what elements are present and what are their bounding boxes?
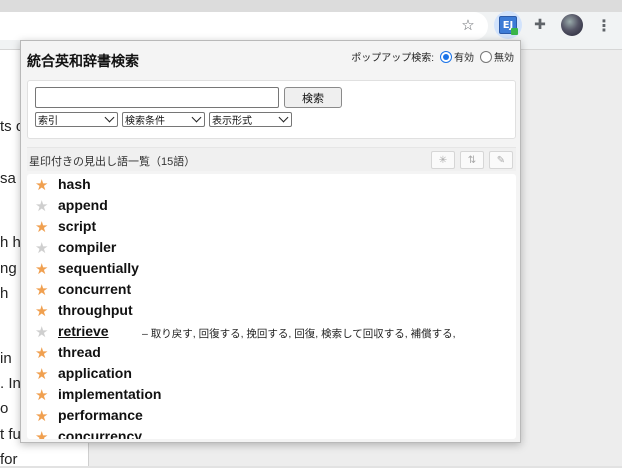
word-list-item[interactable]: ★ application — [27, 363, 516, 384]
word-list-item[interactable]: ★ implementation — [27, 384, 516, 405]
star-icon[interactable]: ★ — [35, 260, 48, 278]
star-icon[interactable]: ★ — [35, 281, 48, 299]
chevron-down-icon — [278, 112, 289, 123]
page-text-fragment: . In — [0, 375, 21, 392]
star-icon[interactable]: ★ — [35, 344, 48, 362]
index-select[interactable]: 索引 — [35, 112, 118, 127]
page-text-fragment: ng — [0, 260, 17, 277]
radio-disabled-label[interactable]: 無効 — [494, 49, 514, 64]
profile-avatar[interactable] — [561, 14, 583, 36]
word-label[interactable]: concurrency — [58, 428, 142, 439]
word-label[interactable]: concurrent — [58, 281, 131, 297]
page-text-fragment: in — [0, 350, 12, 367]
star-icon[interactable]: ★ — [35, 386, 48, 404]
word-label[interactable]: retrieve — [58, 323, 109, 339]
word-label[interactable]: compiler — [58, 239, 116, 255]
word-label[interactable]: implementation — [58, 386, 161, 402]
page-text-fragment: t fu — [0, 426, 21, 443]
dictionary-extension-button[interactable]: EJ — [494, 11, 522, 39]
star-icon[interactable]: ★ — [35, 407, 48, 425]
word-list-item[interactable]: ★ retrieve – 取り戻す, 回復する, 挽回する, 回復, 検索して回収す… — [27, 321, 516, 342]
word-label[interactable]: application — [58, 365, 132, 381]
browser-menu-icon[interactable]: ⋮ — [592, 13, 616, 37]
word-list-item[interactable]: ★ thread — [27, 342, 516, 363]
page-text-fragment: for — [0, 451, 18, 468]
star-icon[interactable]: ★ — [35, 218, 48, 236]
page-text-fragment: o — [0, 400, 9, 417]
page-text-fragment: h h — [0, 234, 21, 251]
dictionary-popup: 統合英和辞書検索 ポップアップ検索: 有効 無効 検索 索引 検索条件 表示形式… — [20, 40, 521, 443]
page-text-fragment: sa — [0, 170, 16, 187]
word-list-item[interactable]: ★ concurrency — [27, 426, 516, 439]
word-list-item[interactable]: ★ compiler — [27, 237, 516, 258]
word-list-item[interactable]: ★ concurrent — [27, 279, 516, 300]
chevron-down-icon — [104, 112, 115, 123]
display-format-select[interactable]: 表示形式 — [209, 112, 292, 127]
popup-search-label: ポップアップ検索: — [351, 53, 434, 64]
radio-enabled[interactable] — [440, 50, 452, 63]
word-list-item[interactable]: ★ throughput — [27, 300, 516, 321]
address-bar[interactable] — [0, 12, 488, 40]
index-select-value: 索引 — [38, 116, 58, 127]
popup-title: 統合英和辞書検索 — [27, 53, 139, 69]
word-list-item[interactable]: ★ sequentially — [27, 258, 516, 279]
word-label[interactable]: sequentially — [58, 260, 139, 276]
radio-enabled-label[interactable]: 有効 — [454, 49, 474, 64]
star-icon[interactable]: ★ — [35, 197, 48, 215]
star-icon[interactable]: ★ — [35, 176, 48, 194]
page-text-fragment: h — [0, 285, 9, 302]
dictionary-extension-icon: EJ — [499, 16, 518, 35]
star-icon[interactable]: ★ — [35, 323, 48, 341]
edit-icon[interactable]: ✎ — [489, 151, 513, 169]
search-button[interactable]: 検索 — [284, 87, 342, 108]
word-definition: – 取り戻す, 回復する, 挽回する, 回復, 検索して回収する, 補償する, — [142, 328, 456, 340]
word-list-item[interactable]: ★ hash — [27, 174, 516, 195]
starred-list-title: 星印付きの見出し語一覧（15語） — [29, 156, 196, 168]
word-label[interactable]: append — [58, 197, 108, 213]
star-icon[interactable]: ★ — [35, 239, 48, 257]
word-list-item[interactable]: ★ performance — [27, 405, 516, 426]
tab-strip — [0, 0, 622, 12]
starred-list-header: 星印付きの見出し語一覧（15語） ✳ ⇅ ✎ — [27, 147, 516, 171]
word-list-item[interactable]: ★ append — [27, 195, 516, 216]
condition-select-value: 検索条件 — [125, 116, 165, 127]
sort-icon[interactable]: ⇅ — [460, 151, 484, 169]
star-icon[interactable]: ★ — [35, 428, 48, 439]
word-label[interactable]: thread — [58, 344, 101, 360]
popup-search-setting: ポップアップ検索: 有効 無効 — [351, 49, 514, 64]
extensions-puzzle-icon[interactable]: ✚ — [528, 13, 552, 37]
display-format-select-value: 表示形式 — [212, 116, 252, 127]
word-list-item[interactable]: ★ script — [27, 216, 516, 237]
condition-select[interactable]: 検索条件 — [122, 112, 205, 127]
radio-disabled[interactable] — [480, 50, 492, 63]
word-label[interactable]: hash — [58, 176, 91, 192]
starred-word-list: ★ hash ★ append ★ script ★ compiler ★ sequentiall… — [27, 174, 516, 439]
star-icon[interactable]: ★ — [35, 365, 48, 383]
search-input[interactable] — [35, 87, 279, 108]
search-panel: 検索 索引 検索条件 表示形式 — [27, 80, 516, 139]
chevron-down-icon — [191, 112, 202, 123]
word-label[interactable]: throughput — [58, 302, 133, 318]
word-label[interactable]: script — [58, 218, 96, 234]
star-icon[interactable]: ★ — [35, 302, 48, 320]
star-filter-icon[interactable]: ✳ — [431, 151, 455, 169]
bookmark-star-icon[interactable]: ☆ — [456, 13, 480, 37]
word-label[interactable]: performance — [58, 407, 143, 423]
